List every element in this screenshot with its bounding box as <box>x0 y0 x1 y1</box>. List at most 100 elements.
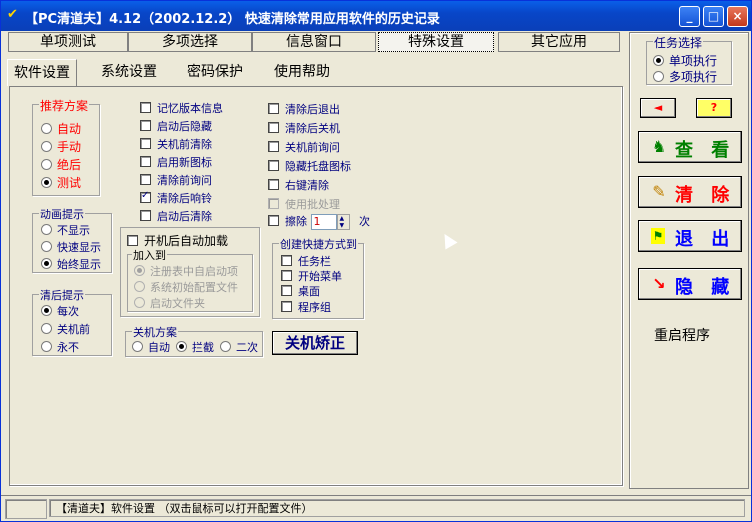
view-button[interactable]: ♞ 查 看 <box>638 131 742 163</box>
minimize-button[interactable]: _ <box>679 6 700 27</box>
chk-right-click-clear[interactable]: 右键清除 <box>268 177 329 193</box>
autoload-startup-folder[interactable]: 启动文件夹 <box>134 295 205 311</box>
close-button[interactable]: × <box>727 6 748 27</box>
checkbox-icon[interactable] <box>281 270 292 281</box>
exit-button[interactable]: ⚑ 退 出 <box>638 220 742 252</box>
tab-single-test[interactable]: 单项测试 <box>8 32 128 52</box>
back-button[interactable]: ◄ <box>640 98 676 118</box>
chk-hide-on-start[interactable]: 启动后隐藏 <box>140 118 212 134</box>
radio-icon[interactable] <box>41 241 52 252</box>
radio-icon[interactable] <box>41 341 52 352</box>
checkbox-icon[interactable] <box>281 301 292 312</box>
chk-shutdown-after-clear[interactable]: 清除后关机 <box>268 120 340 136</box>
help-button[interactable]: ? <box>696 98 732 118</box>
checkbox-icon[interactable] <box>268 160 279 171</box>
tab-other-apps[interactable]: 其它应用 <box>498 32 620 52</box>
radio-icon[interactable] <box>41 224 52 235</box>
chk-ask-before-clear[interactable]: 清除前询问 <box>140 172 212 188</box>
checkbox-icon[interactable] <box>140 210 151 221</box>
radio-icon[interactable] <box>41 177 52 188</box>
chk-shortcut-taskbar[interactable]: 任务栏 <box>281 253 331 269</box>
checkbox-icon[interactable] <box>140 190 151 203</box>
radio-icon[interactable] <box>653 55 664 66</box>
erase-count-input[interactable]: 1 <box>310 214 337 230</box>
autoload-sysini[interactable]: 系统初始配置文件 <box>134 279 238 295</box>
shutdown-fix-button[interactable]: 关机矫正 <box>272 331 358 355</box>
spin-down-icon[interactable]: ▼ <box>340 223 345 229</box>
title-bar[interactable]: ✔ 【PC清道夫】4.12（2002.12.2） 快速清除常用应用软件的历史记录… <box>1 1 751 31</box>
clear-hint-shutdown[interactable]: 关机前 <box>41 321 90 337</box>
radio-icon[interactable] <box>134 281 145 292</box>
chk-remember-version[interactable]: 记忆版本信息 <box>140 100 223 116</box>
checkbox-icon[interactable] <box>268 215 279 226</box>
restart-program-link[interactable]: 重启程序 <box>654 325 710 345</box>
tab-special-settings[interactable]: 特殊设置 <box>378 32 494 52</box>
autoload-registry[interactable]: 注册表中自启动项 <box>134 263 238 279</box>
radio-icon[interactable] <box>653 71 664 82</box>
hide-button[interactable]: ↘ 隐 藏 <box>638 268 742 300</box>
checkbox-icon[interactable] <box>140 120 151 131</box>
chk-use-batch[interactable]: 使用批处理 <box>268 196 340 212</box>
radio-icon[interactable] <box>176 341 187 352</box>
scheme-manual[interactable]: 手动 <box>41 138 81 155</box>
radio-icon[interactable] <box>41 258 52 269</box>
scheme-auto[interactable]: 自动 <box>41 120 81 137</box>
checkbox-icon[interactable] <box>268 122 279 133</box>
radio-icon[interactable] <box>41 305 52 316</box>
radio-icon[interactable] <box>220 341 231 352</box>
clear-hint-never[interactable]: 永不 <box>41 339 79 355</box>
checkbox-icon[interactable] <box>268 198 279 209</box>
radio-icon[interactable] <box>134 265 145 276</box>
checkbox-icon[interactable] <box>140 174 151 185</box>
checkbox-icon[interactable] <box>281 285 292 296</box>
chk-shortcut-desktop[interactable]: 桌面 <box>281 283 320 299</box>
checkbox-icon[interactable] <box>140 156 151 167</box>
radio-icon[interactable] <box>132 341 143 352</box>
checkbox-icon[interactable] <box>268 179 279 190</box>
clear-button[interactable]: ✎ 清 除 <box>638 176 742 208</box>
anim-fast[interactable]: 快速显示 <box>41 239 101 255</box>
task-single[interactable]: 单项执行 <box>653 52 717 69</box>
radio-icon[interactable] <box>134 297 145 308</box>
chk-ask-before-shutdown[interactable]: 关机前询问 <box>268 139 340 155</box>
scheme-clean[interactable]: 绝后 <box>41 156 81 173</box>
shutdown-twice[interactable]: 二次 <box>220 339 258 355</box>
shutdown-intercept[interactable]: 拦截 <box>176 339 214 355</box>
view-label: 查 看 <box>675 140 736 161</box>
subtab-password[interactable]: 密码保护 <box>181 59 249 85</box>
tab-multi-select[interactable]: 多项选择 <box>128 32 252 52</box>
chk-clear-on-start[interactable]: 启动后清除 <box>140 208 212 224</box>
chk-shortcut-startmenu[interactable]: 开始菜单 <box>281 268 342 284</box>
clear-hint-every[interactable]: 每次 <box>41 303 79 319</box>
subtab-software-settings[interactable]: 软件设置 <box>7 59 77 86</box>
checkbox-icon[interactable] <box>127 235 138 246</box>
radio-icon[interactable] <box>41 159 52 170</box>
chk-clear-before-shutdown[interactable]: 关机前清除 <box>140 136 212 152</box>
shutdown-scheme-title: 关机方案 <box>132 324 178 340</box>
checkbox-icon[interactable] <box>268 141 279 152</box>
app-icon[interactable]: ✔ <box>7 8 21 22</box>
tab-info-window[interactable]: 信息窗口 <box>252 32 376 52</box>
anim-always[interactable]: 始终显示 <box>41 256 101 272</box>
radio-icon[interactable] <box>41 323 52 334</box>
chk-hide-tray-icon[interactable]: 隐藏托盘图标 <box>268 158 351 174</box>
task-multi[interactable]: 多项执行 <box>653 68 717 85</box>
status-text[interactable]: 【清道夫】软件设置 （双击鼠标可以打开配置文件） <box>49 499 745 517</box>
chk-shortcut-programs[interactable]: 程序组 <box>281 299 331 315</box>
checkbox-icon[interactable] <box>268 103 279 114</box>
radio-icon[interactable] <box>41 123 52 134</box>
subtab-system-settings[interactable]: 系统设置 <box>95 59 163 85</box>
chk-exit-after-clear[interactable]: 清除后退出 <box>268 101 340 117</box>
chk-new-icon[interactable]: 启用新图标 <box>140 154 212 170</box>
anim-none[interactable]: 不显示 <box>41 222 90 238</box>
checkbox-icon[interactable] <box>281 255 292 266</box>
checkbox-icon[interactable] <box>140 138 151 149</box>
shutdown-auto[interactable]: 自动 <box>132 339 170 355</box>
radio-icon[interactable] <box>41 141 52 152</box>
subtab-help[interactable]: 使用帮助 <box>268 59 336 85</box>
maximize-button[interactable]: □ <box>703 6 724 27</box>
checkbox-icon[interactable] <box>140 102 151 113</box>
erase-spinner[interactable]: ▲ ▼ <box>336 214 350 230</box>
scheme-test[interactable]: 测试 <box>41 174 81 191</box>
chk-ring-after-clear[interactable]: 清除后响铃 <box>140 190 212 206</box>
